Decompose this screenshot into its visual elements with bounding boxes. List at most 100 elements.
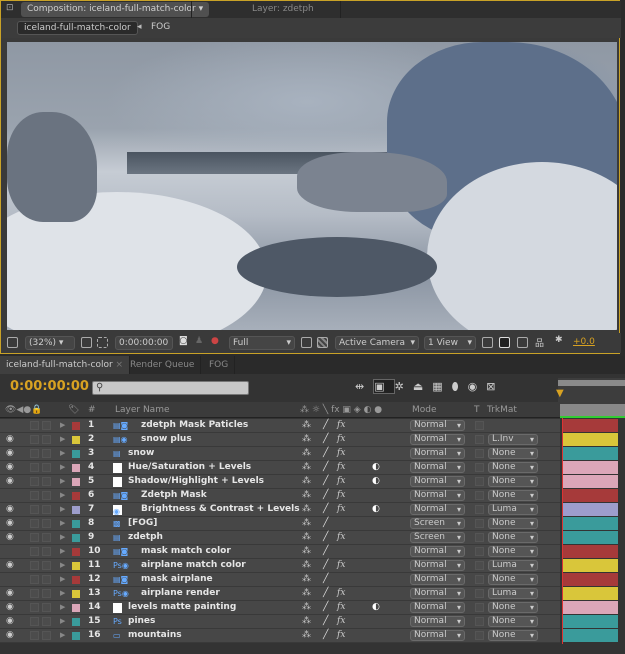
layer-duration-bar[interactable] — [563, 475, 618, 488]
layer-row[interactable]: ◉ ▶ 16 ▭ mountains ⁂ ╱ fx Normal None — [0, 629, 560, 643]
camera-dropdown[interactable]: Active Camera ▾ — [335, 336, 419, 350]
mode-dropdown[interactable]: Normal — [410, 630, 465, 641]
quality-switch-icon[interactable]: ╱ — [323, 433, 328, 446]
live-update-icon[interactable]: ⊠ — [486, 380, 504, 393]
close-icon[interactable]: × — [116, 360, 124, 370]
effects-switch-icon[interactable]: fx — [337, 419, 345, 432]
layer-duration-bar[interactable] — [563, 531, 618, 544]
trkmat-dropdown[interactable]: None — [488, 546, 538, 557]
layer-name[interactable]: Shadow/Highlight + Levels — [128, 475, 264, 488]
label-color[interactable] — [72, 618, 80, 626]
mode-dropdown[interactable]: Normal — [410, 574, 465, 585]
layer-row[interactable]: ◉ ▶ 9 ▤ zdetph ⁂ ╱ fx Screen None — [0, 531, 560, 545]
expand-triangle-icon[interactable]: ▶ — [60, 475, 65, 488]
lock-toggle[interactable] — [42, 617, 51, 626]
label-color[interactable] — [72, 436, 80, 444]
layer-duration-bar[interactable] — [563, 545, 618, 558]
current-time[interactable]: 0:00:00:00 — [10, 379, 89, 394]
preserve-transparency-toggle[interactable] — [475, 477, 484, 486]
effects-switch-icon[interactable]: fx — [337, 531, 345, 544]
layer-duration-bar[interactable] — [563, 433, 618, 446]
shy-switch-icon[interactable]: ⁂ — [302, 433, 311, 446]
layer-duration-bar[interactable] — [563, 503, 618, 516]
layer-search-input[interactable]: ⚲ — [92, 381, 249, 395]
label-color[interactable] — [72, 492, 80, 500]
resolution-dropdown[interactable]: Full ▾ — [229, 336, 295, 350]
layer-name[interactable]: mask airplane — [141, 573, 213, 586]
layer-duration-bar[interactable] — [563, 461, 618, 474]
mode-dropdown[interactable]: Normal — [410, 602, 465, 613]
snapshot-icon[interactable]: ◙ — [179, 336, 188, 346]
time-ruler[interactable]: ▼ — [556, 378, 625, 418]
eye-icon[interactable]: ◉ — [6, 559, 14, 572]
comp-mini-flowchart-icon[interactable]: ⇹ — [355, 380, 373, 393]
draft-3d-icon[interactable]: ▣ — [373, 379, 395, 394]
quality-switch-icon[interactable]: ╱ — [323, 559, 328, 572]
preserve-transparency-toggle[interactable] — [475, 617, 484, 626]
layer-row[interactable]: ◉ ▶ 11 Ps◉ airplane match color ⁂ ╱ fx Normal Lum… — [0, 559, 560, 573]
fast-previews-icon[interactable] — [499, 337, 510, 348]
layer-duration-bar[interactable] — [563, 587, 618, 600]
trkmat-dropdown[interactable]: Luma — [488, 560, 538, 571]
mode-dropdown[interactable]: Normal — [410, 546, 465, 557]
solo-toggle[interactable] — [30, 617, 39, 626]
preserve-transparency-toggle[interactable] — [475, 463, 484, 472]
quality-switch-icon[interactable]: ╱ — [323, 489, 328, 502]
lock-toggle[interactable] — [42, 519, 51, 528]
layer-duration-bar[interactable] — [563, 447, 618, 460]
expand-triangle-icon[interactable]: ▶ — [60, 503, 65, 516]
lock-toggle[interactable] — [42, 561, 51, 570]
flowchart-icon[interactable]: 品 — [535, 336, 544, 349]
lock-toggle[interactable] — [42, 547, 51, 556]
show-snapshot-icon[interactable]: ♟ — [195, 336, 203, 346]
solo-toggle[interactable] — [30, 603, 39, 612]
eye-icon[interactable]: ◉ — [6, 601, 14, 614]
lock-toggle[interactable] — [42, 589, 51, 598]
quality-switch-icon[interactable]: ╱ — [323, 587, 328, 600]
layer-row[interactable]: ◉ ▶ 8 ▩ [FOG] ⁂ ╱ Screen None — [0, 517, 560, 531]
tab-composition[interactable]: Composition: iceland-full-match-color ▾ — [21, 2, 210, 17]
frame-blending-icon[interactable]: ⏏ — [413, 380, 432, 393]
preserve-transparency-toggle[interactable] — [475, 603, 484, 612]
layer-name[interactable]: [FOG] — [128, 517, 157, 530]
expand-triangle-icon[interactable]: ▶ — [60, 615, 65, 628]
hide-shy-icon[interactable]: ✲ — [395, 380, 413, 393]
grid-icon[interactable] — [81, 337, 92, 348]
breadcrumb-item-active[interactable]: iceland-full-match-color — [17, 21, 138, 35]
expand-triangle-icon[interactable]: ▶ — [60, 461, 65, 474]
timecode-field[interactable]: 0:00:00:00 — [115, 336, 173, 350]
expand-triangle-icon[interactable]: ▶ — [60, 517, 65, 530]
adjustment-layer-icon[interactable]: ◐ — [372, 475, 380, 488]
eye-icon[interactable]: ◉ — [6, 587, 14, 600]
quality-switch-icon[interactable]: ╱ — [323, 601, 328, 614]
label-color[interactable] — [72, 576, 80, 584]
layer-row[interactable]: ▶ 6 ▤◙ Zdetph Mask ⁂ ╱ fx Normal None — [0, 489, 560, 503]
composition-viewer[interactable] — [7, 42, 617, 330]
layer-duration-bar[interactable] — [563, 573, 618, 586]
preserve-transparency-toggle[interactable] — [475, 491, 484, 500]
layer-duration-bar[interactable] — [563, 629, 618, 642]
mask-visibility-icon[interactable] — [97, 337, 108, 348]
trkmat-dropdown[interactable]: None — [488, 448, 538, 459]
lock-toggle[interactable] — [42, 533, 51, 542]
solo-toggle[interactable] — [30, 561, 39, 570]
preserve-transparency-toggle[interactable] — [475, 547, 484, 556]
shy-switch-icon[interactable]: ⁂ — [302, 531, 311, 544]
transparency-grid-icon[interactable] — [317, 337, 328, 348]
adjustment-layer-icon[interactable]: ◐ — [372, 601, 380, 614]
expand-triangle-icon[interactable]: ▶ — [60, 587, 65, 600]
breadcrumb-item-fog[interactable]: FOG — [151, 22, 170, 32]
lock-toggle[interactable] — [42, 463, 51, 472]
eye-icon[interactable]: ◉ — [6, 629, 14, 642]
preserve-transparency-toggle[interactable] — [475, 589, 484, 598]
tab-render-queue[interactable]: Render Queue — [124, 356, 202, 374]
effects-switch-icon[interactable]: fx — [337, 587, 345, 600]
solo-toggle[interactable] — [30, 421, 39, 430]
lock-toggle[interactable] — [42, 421, 51, 430]
layer-duration-bar[interactable] — [563, 419, 618, 432]
tab-layer[interactable]: Layer: zdetph — [191, 1, 341, 18]
mode-dropdown[interactable]: Normal — [410, 490, 465, 501]
layer-name[interactable]: snow plus — [141, 433, 192, 446]
layer-row[interactable]: ◉ ▶ 14 levels matte painting ⁂ ╱ fx ◐ Normal None — [0, 601, 560, 615]
quality-switch-icon[interactable]: ╱ — [323, 447, 328, 460]
